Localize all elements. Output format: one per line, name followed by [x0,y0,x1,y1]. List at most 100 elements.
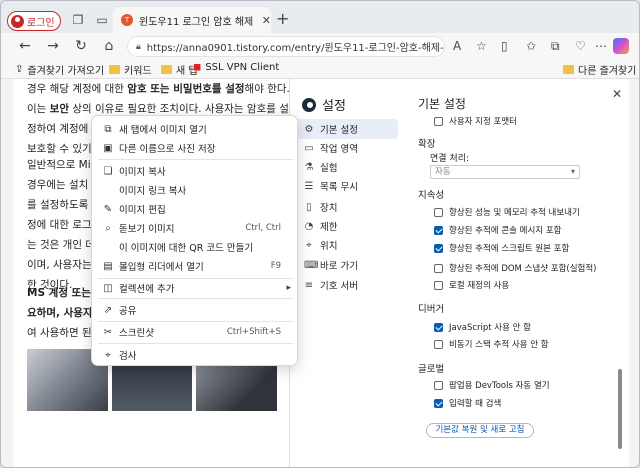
menu-item-share[interactable]: ⇗ 공유 [92,301,299,319]
new-tab-icon[interactable]: + [276,11,289,27]
select-value: 자동 [435,167,451,177]
sidebar-item-devices[interactable]: ▯ 장치 [290,197,398,217]
magnifier-icon: ⌕ [105,222,111,234]
menu-item-copy-image-link[interactable]: 이미지 링크 복사 [92,181,299,199]
checkbox[interactable] [434,207,443,217]
debugger-checkbox[interactable]: 비동기 스택 추적 사용 안 함 [434,338,549,350]
sidebar-item-shortcuts[interactable]: ⌨ 바로 가기 [290,255,398,275]
menu-item-copy-image[interactable]: ❏ 이미지 복사 [92,162,299,180]
settings-main: 기본 설정 ✕ 사용자 지정 포맷터 확장 연결 처리: 자동 지속성 향상된 … [418,79,630,467]
favorite-star-icon[interactable]: ☆ [476,39,487,53]
custom-formatters-checkbox[interactable]: 사용자 지정 포맷터 [434,115,517,127]
collections-icon: ◫ [103,282,113,294]
sidebar-item-symbol-server[interactable]: ≡ 기호 서버 [290,275,398,295]
menu-item-label: 컬렉션에 추가 [119,284,175,295]
sidebar-item-workspace[interactable]: ▭ 작업 영역 [290,138,398,158]
other-favorites[interactable]: 다른 즐겨찾기 [563,62,636,77]
screenshot-icon: ✂ [103,326,113,338]
split-screen-icon[interactable]: ▯ [501,39,508,53]
copilot-icon[interactable] [613,38,629,54]
sidebar-item-label: 작업 영역 [320,144,358,155]
immersive-reader-icon: ▤ [103,260,113,272]
vpn-icon: ◼︎ [193,62,202,73]
menu-shortcut: Ctrl, Ctrl [245,223,281,233]
lock-icon[interactable]: 🔒︎ [136,42,141,52]
checkbox-label: 팝업용 DevTools 자동 열기 [449,381,550,391]
menu-item-screenshot[interactable]: ✂ 스크린샷 Ctrl+Shift+S [92,323,299,341]
persistence-checkbox[interactable]: 향상된 성능 및 메모리 추적 내보내기 [434,206,580,218]
sidebar-item-ignore-list[interactable]: ☰ 목록 무시 [290,176,398,196]
folder-icon: ▭ [304,142,314,154]
more-menu-icon[interactable]: ⋯ [595,39,607,53]
sidebar-item-label: 장치 [320,203,338,214]
checkbox-checked[interactable] [434,225,443,235]
refresh-icon[interactable]: ↻ [73,38,89,54]
menu-item-edit-image[interactable]: ✎ 이미지 편집 [92,200,299,218]
tab-title: 윈도우11 로그인 암호 해제 - 비밀번호 [139,16,256,28]
read-aloud-icon[interactable]: A [453,39,461,53]
menu-item-label: 몰입형 리더에서 열기 [119,262,204,273]
profile-button[interactable]: 로그인 [7,11,61,31]
sidebar-item-label: 기본 설정 [320,125,358,136]
checkbox[interactable] [434,116,443,126]
checkbox[interactable] [434,263,443,273]
bookmark-ssl-vpn[interactable]: ◼︎ SSL VPN Client [193,62,279,73]
close-tab-icon[interactable]: ✕ [262,14,271,27]
location-icon: ⌖ [306,239,312,251]
persistence-checkbox[interactable]: 향상된 추적에 콘솔 메시지 포함 [434,224,561,236]
menu-item-immersive-reader[interactable]: ▤ 몰입형 리더에서 열기 F9 [92,257,299,275]
persistence-checkbox[interactable]: 로컬 재정의 사용 [434,279,509,291]
menu-item-add-to-collections[interactable]: ◫ 컬렉션에 추가 ▸ [92,279,299,297]
sidebar-item-experiments[interactable]: ⚗ 실험 [290,157,398,177]
menu-item-open-image-new-tab[interactable]: ⧉ 새 탭에서 이미지 열기 [92,120,299,138]
favorites-icon[interactable]: ✩ [526,39,536,53]
address-bar[interactable]: 🔒︎ https://anna0901.tistory.com/entry/윈도… [127,36,445,57]
menu-item-save-image-as[interactable]: ▣ 다른 이름으로 사진 저장 [92,139,299,157]
checkbox[interactable] [434,280,443,290]
checkbox-label: 로컬 재정의 사용 [449,281,510,291]
profile-label: 로그인 [27,17,55,29]
list-icon: ☰ [304,180,314,192]
scrollbar-thumb[interactable] [618,369,622,449]
article-line: 일반적으로 Mic [27,159,97,171]
sidebar-item-preferences[interactable]: ⚙ 기본 설정 [290,119,398,139]
save-image-icon: ▣ [103,142,113,154]
global-checkbox[interactable]: 입력할 때 검색 [434,397,501,409]
sidebar-item-locations[interactable]: ⌖ 위치 [290,235,398,255]
bookmark-import[interactable]: ⇪ 즐겨찾기 가져오기 [15,62,104,77]
checkbox-checked[interactable] [434,243,443,253]
link-handling-select[interactable]: 자동 [430,165,580,179]
menu-item-magnify-image[interactable]: ⌕ 돋보기 이미지 Ctrl, Ctrl [92,219,299,237]
forward-icon[interactable]: → [45,38,61,54]
global-checkbox[interactable]: 팝업용 DevTools 자동 열기 [434,379,550,391]
checkbox[interactable] [434,380,443,390]
persistence-checkbox[interactable]: 향상된 추적에 DOM 스냅샷 포함(실험적) [434,262,597,274]
debugger-checkbox[interactable]: JavaScript 사용 안 함 [434,321,531,333]
new-tab-icon: ⧉ [104,123,112,135]
navigation-bar: ← → ↻ ⌂ 🔒︎ https://anna0901.tistory.com/… [1,33,639,59]
import-icon: ⇪ [15,64,24,75]
sidebar-item-throttling[interactable]: ◔ 제한 [290,216,398,236]
workspaces-icon[interactable]: ❐ [71,13,85,27]
settings-sidebar: 설정 ⚙ 기본 설정 ▭ 작업 영역 ⚗ 실험 ☰ 목록 무시 ▯ 장치 ◔ 제… [290,79,402,467]
restore-defaults-button[interactable]: 기본값 복원 및 새로 고침 [426,423,534,438]
checkbox-checked[interactable] [434,398,443,408]
back-icon[interactable]: ← [17,38,33,54]
collections-toolbar-icon[interactable]: ⧉ [551,39,560,53]
tab-actions-icon[interactable]: ▭ [95,13,109,27]
menu-item-inspect[interactable]: ⌖ 검사 [92,346,299,364]
menu-item-qr-code[interactable]: 이 이미지에 대한 QR 코드 만들기 [92,238,299,256]
checkbox-checked[interactable] [434,322,443,332]
close-icon[interactable]: ✕ [612,87,622,101]
bookmark-keyword[interactable]: 키워드 [109,62,152,77]
home-icon[interactable]: ⌂ [101,38,117,54]
checkbox[interactable] [434,339,443,349]
checkbox-label: 입력할 때 검색 [449,399,502,409]
server-icon: ≡ [304,279,314,291]
browser-essentials-icon[interactable]: ♡ [575,39,586,53]
active-tab[interactable]: T 윈도우11 로그인 암호 해제 - 비밀번호 ✕ [113,7,271,33]
settings-header: 설정 [302,95,346,114]
bookmark-label: 키워드 [124,66,152,77]
persistence-checkbox[interactable]: 향상된 추적에 스크립트 원본 포함 [434,242,569,254]
menu-item-label: 공유 [119,306,137,317]
